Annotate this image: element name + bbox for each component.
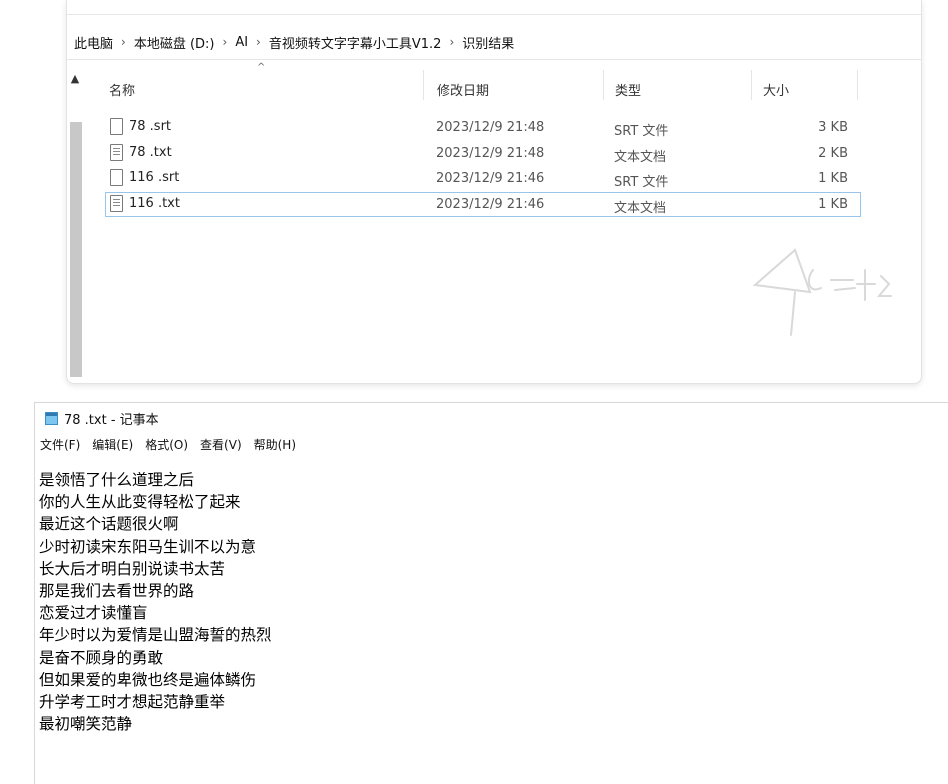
chevron-right-icon[interactable]: ›	[223, 35, 228, 49]
breadcrumb-ai[interactable]: AI	[235, 35, 248, 50]
menu-file[interactable]: 文件(F)	[40, 436, 80, 453]
file-name-cell: 78 .srt	[110, 118, 171, 135]
column-header-date[interactable]: 修改日期	[437, 80, 489, 99]
breadcrumb-drive-d[interactable]: 本地磁盘 (D:)	[134, 33, 215, 52]
menu-view[interactable]: 查看(V)	[200, 436, 242, 453]
text-line: 但如果爱的卑微也终是遍体鳞伤	[39, 670, 257, 689]
srt-file-icon	[110, 118, 123, 135]
notepad-icon	[45, 411, 58, 425]
column-divider[interactable]	[603, 70, 604, 100]
breadcrumb-this-pc[interactable]: 此电脑	[74, 33, 113, 52]
file-list: ^ 名称 修改日期 类型 大小 78 .srt 2023/12/9 21:48 …	[105, 60, 861, 220]
file-name-cell: 116 .txt	[110, 194, 180, 212]
file-row-selected[interactable]: 116 .txt 2023/12/9 21:46 文本文档 1 KB	[105, 191, 861, 217]
text-line: 最近这个话题很火啊	[39, 515, 179, 534]
column-header-row: ^ 名称 修改日期 类型 大小	[105, 60, 861, 118]
breadcrumb[interactable]: 此电脑 › 本地磁盘 (D:) › AI › 音视频转文字字幕小工具V1.2 ›…	[67, 27, 921, 57]
text-line: 长大后才明白别说读书太苦	[39, 559, 226, 578]
text-line: 恋爱过才读懂盲	[39, 604, 148, 623]
text-line: 最初嘲笑范静	[39, 715, 133, 734]
file-size: 2 KB	[818, 145, 848, 161]
column-header-type[interactable]: 类型	[615, 80, 641, 99]
srt-file-icon	[110, 169, 123, 186]
chevron-right-icon[interactable]: ›	[121, 35, 126, 49]
column-header-size[interactable]: 大小	[763, 80, 789, 99]
scroll-thumb[interactable]	[70, 122, 82, 377]
breadcrumb-tool-folder[interactable]: 音视频转文字字幕小工具V1.2	[269, 33, 442, 52]
txt-file-icon	[110, 143, 123, 161]
txt-file-icon	[110, 194, 123, 212]
file-row[interactable]: 78 .srt 2023/12/9 21:48 SRT 文件 3 KB	[105, 115, 861, 141]
text-editor-area[interactable]: 是领悟了什么道理之后 你的人生从此变得轻松了起来 最近这个话题很火啊 少时初读宋…	[39, 469, 272, 735]
file-type: SRT 文件	[614, 175, 669, 190]
file-row[interactable]: 116 .srt 2023/12/9 21:46 SRT 文件 1 KB	[105, 166, 861, 192]
file-name: 78 .srt	[129, 119, 172, 134]
text-line: 那是我们去看世界的路	[39, 582, 195, 601]
column-divider[interactable]	[857, 70, 858, 100]
file-date: 2023/12/9 21:46	[436, 171, 545, 186]
notepad-title-bar[interactable]: 78 .txt - 记事本	[35, 403, 948, 433]
watermark-logo-icon	[752, 248, 892, 336]
menu-edit[interactable]: 编辑(E)	[92, 436, 133, 453]
scroll-up-arrow-icon[interactable]: ▲	[67, 70, 83, 86]
chevron-right-icon[interactable]: ›	[449, 35, 454, 49]
text-line: 少时初读宋东阳马生训不以为意	[39, 537, 257, 556]
file-name: 116 .txt	[129, 195, 180, 211]
file-type: 文本文档	[614, 200, 667, 216]
file-explorer-window: 此电脑 › 本地磁盘 (D:) › AI › 音视频转文字字幕小工具V1.2 ›…	[66, 0, 922, 384]
vertical-scrollbar[interactable]: ▲	[67, 60, 83, 377]
file-name-cell: 78 .txt	[110, 143, 172, 161]
file-date: 2023/12/9 21:48	[436, 120, 545, 135]
file-date: 2023/12/9 21:46	[436, 196, 545, 212]
text-line: 年少时以为爱情是山盟海誓的热烈	[39, 626, 272, 645]
sort-ascending-icon: ^	[257, 62, 266, 73]
file-name: 78 .txt	[129, 144, 172, 160]
file-type: SRT 文件	[614, 124, 669, 139]
divider	[67, 14, 921, 15]
column-divider[interactable]	[751, 70, 752, 100]
breadcrumb-results[interactable]: 识别结果	[462, 33, 514, 52]
column-divider[interactable]	[423, 70, 424, 100]
file-size: 1 KB	[818, 196, 848, 212]
file-row[interactable]: 78 .txt 2023/12/9 21:48 文本文档 2 KB	[105, 141, 861, 167]
notepad-window: 78 .txt - 记事本 文件(F) 编辑(E) 格式(O) 查看(V) 帮助…	[34, 402, 948, 784]
file-name: 116 .srt	[129, 170, 180, 185]
chevron-right-icon[interactable]: ›	[256, 35, 261, 49]
file-name-cell: 116 .srt	[110, 169, 179, 186]
file-rows: 78 .srt 2023/12/9 21:48 SRT 文件 3 KB 78 .…	[105, 115, 861, 217]
text-line: 你的人生从此变得轻松了起来	[39, 493, 241, 512]
file-date: 2023/12/9 21:48	[436, 145, 545, 161]
column-header-name[interactable]: 名称	[109, 80, 135, 99]
menu-format[interactable]: 格式(O)	[145, 436, 188, 453]
text-line: 是领悟了什么道理之后	[39, 471, 195, 489]
text-line: 是奋不顾身的勇敢	[39, 648, 164, 667]
menu-help[interactable]: 帮助(H)	[254, 436, 296, 453]
window-title: 78 .txt - 记事本	[64, 412, 159, 428]
menu-bar: 文件(F) 编辑(E) 格式(O) 查看(V) 帮助(H)	[35, 433, 948, 455]
file-type: 文本文档	[614, 149, 667, 165]
text-line: 升学考工时才想起范静重举	[39, 693, 226, 712]
file-size: 1 KB	[818, 171, 848, 186]
file-size: 3 KB	[818, 120, 848, 135]
